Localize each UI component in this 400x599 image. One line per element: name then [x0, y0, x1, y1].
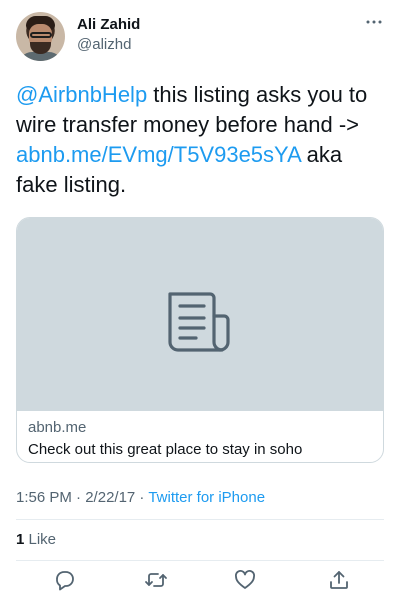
tweet-time[interactable]: 1:56 PM	[16, 489, 72, 506]
tweet-source[interactable]: Twitter for iPhone	[148, 489, 265, 506]
link-card[interactable]: abnb.me Check out this great place to st…	[16, 217, 384, 463]
divider	[16, 519, 384, 520]
author-handle[interactable]: @alizhd	[77, 35, 140, 54]
more-options-icon[interactable]	[364, 12, 384, 32]
like-icon[interactable]	[233, 568, 257, 592]
tweet-date[interactable]: 2/22/17	[85, 489, 135, 506]
meta-separator: ·	[135, 489, 149, 506]
tweet-meta: 1:56 PM · 2/22/17 · Twitter for iPhone	[16, 488, 265, 508]
tweet-text: @AirbnbHelp this listing asks you to wir…	[16, 80, 386, 200]
retweet-icon[interactable]	[144, 568, 168, 592]
url-link[interactable]: abnb.me/EVmg/T5V93e5sYA	[16, 142, 301, 167]
action-bar	[16, 568, 384, 596]
divider	[16, 560, 384, 561]
author-display-name[interactable]: Ali Zahid	[77, 15, 140, 34]
author-names[interactable]: Ali Zahid @alizhd	[77, 15, 140, 54]
meta-separator: ·	[71, 489, 86, 506]
card-title: Check out this great place to stay in so…	[28, 441, 303, 458]
mention-link[interactable]: @AirbnbHelp	[16, 82, 147, 107]
reply-icon[interactable]	[53, 568, 77, 592]
likes-count[interactable]: 1 Like	[16, 530, 56, 550]
document-icon	[160, 282, 240, 362]
share-icon[interactable]	[327, 568, 351, 592]
card-domain: abnb.me	[28, 419, 87, 436]
card-info[interactable]: abnb.me Check out this great place to st…	[28, 418, 375, 460]
avatar[interactable]	[16, 12, 65, 61]
card-media[interactable]	[17, 218, 383, 411]
tweet-header: Ali Zahid @alizhd	[16, 12, 384, 64]
likes-label: Like	[24, 531, 57, 548]
